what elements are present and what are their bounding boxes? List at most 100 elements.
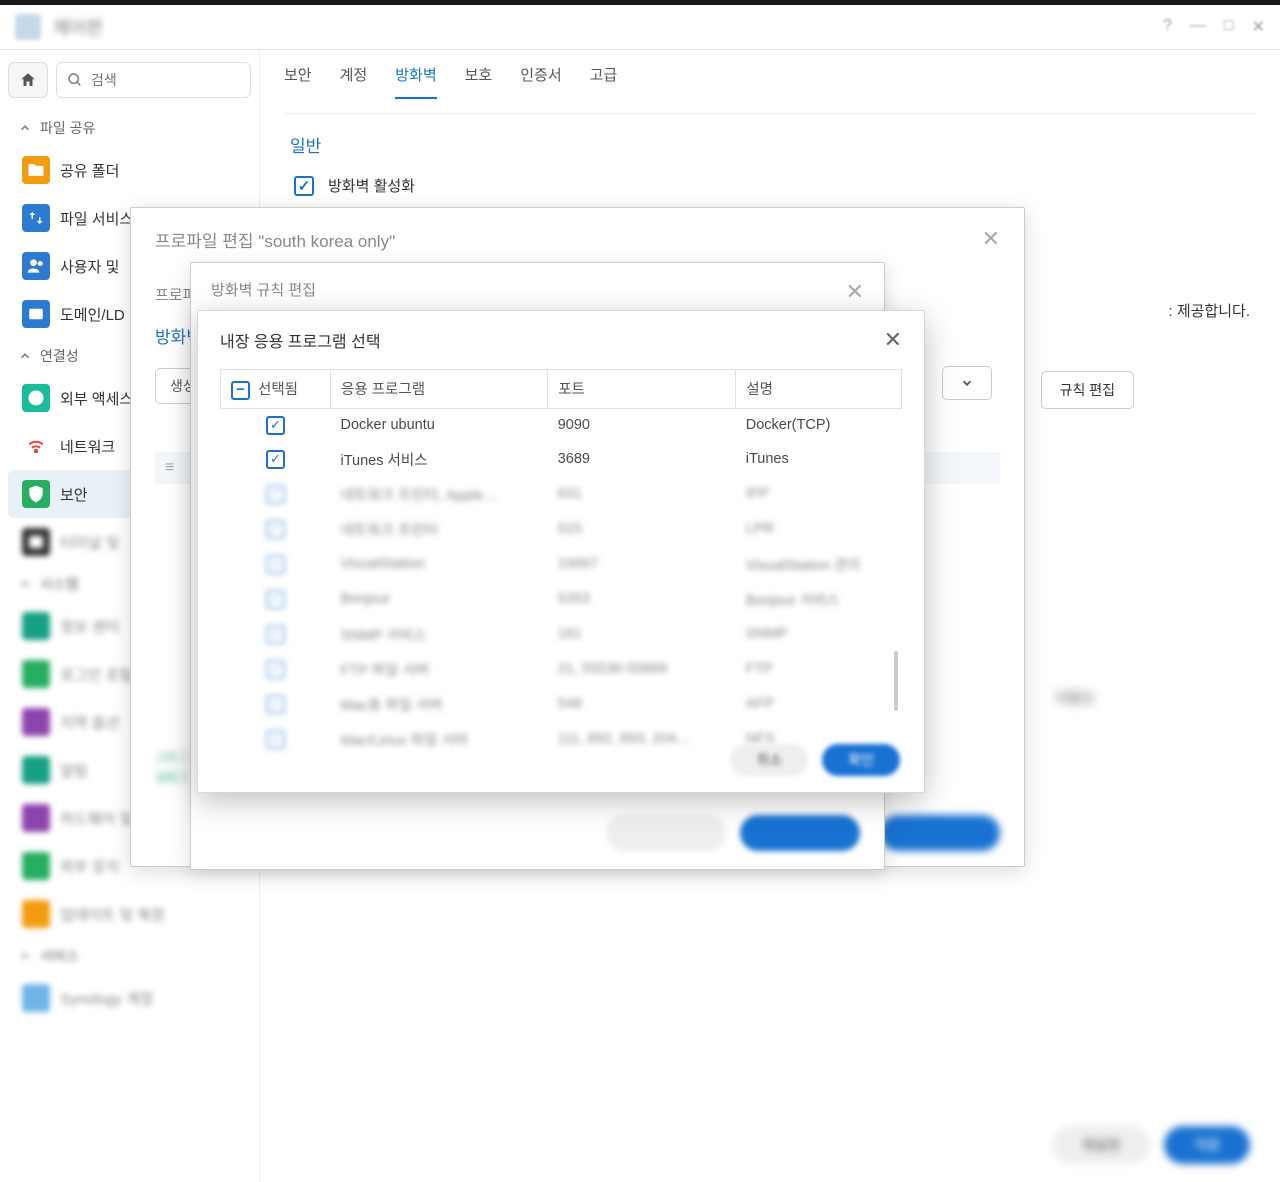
apply-button[interactable]: 적용 bbox=[1164, 1126, 1250, 1164]
scrollbar[interactable] bbox=[894, 651, 898, 711]
close-icon[interactable]: ✕ bbox=[982, 226, 1000, 252]
cell-desc: LPR bbox=[736, 512, 902, 547]
tab[interactable]: 고급 bbox=[590, 64, 618, 99]
window-controls[interactable]: ? — □ ✕ bbox=[1163, 17, 1265, 37]
table-row[interactable]: ✓네트워크 프린터515LPR bbox=[221, 512, 902, 547]
col-port[interactable]: 포트 bbox=[548, 370, 736, 409]
table-row[interactable]: ✓Bonjour5353Bonjour 서비스 bbox=[221, 582, 902, 617]
table-row[interactable]: ✓VisualStation19997VisualStation 관리 bbox=[221, 547, 902, 582]
search-input[interactable] bbox=[91, 72, 240, 88]
dialog-title: 방화벽 규칙 편집 bbox=[211, 279, 316, 305]
row-checkbox[interactable]: ✓ bbox=[266, 625, 285, 644]
col-selected[interactable]: −선택됨 bbox=[221, 370, 331, 409]
table-row[interactable]: ✓iTunes 서비스3689iTunes bbox=[221, 442, 902, 477]
sidebar-item-label: 로그인 포털 bbox=[60, 664, 133, 685]
ok-button[interactable] bbox=[740, 815, 860, 851]
sidebar-item-label: 지역 옵션 bbox=[60, 712, 119, 733]
checkbox-firewall-enable[interactable]: ✓ 방화벽 활성화 bbox=[284, 169, 1256, 202]
cell-app: VisualStation bbox=[331, 547, 548, 582]
rule-edit-button[interactable]: 규칙 편집 bbox=[1041, 371, 1134, 409]
generic-icon bbox=[22, 612, 50, 640]
row-checkbox[interactable]: ✓ bbox=[266, 450, 285, 469]
row-checkbox[interactable]: ✓ bbox=[266, 485, 285, 504]
tab[interactable]: 보호 bbox=[465, 64, 493, 99]
note-text: : 제공합니다. bbox=[1168, 300, 1250, 321]
row-checkbox[interactable]: ✓ bbox=[266, 416, 285, 435]
sidebar-item-label: 외부 액세스 bbox=[60, 388, 133, 409]
col-desc[interactable]: 설명 bbox=[736, 370, 902, 409]
generic-icon bbox=[22, 660, 50, 688]
titlebar: 제어판 ? — □ ✕ bbox=[0, 5, 1280, 50]
cell-desc: IPP bbox=[736, 477, 902, 512]
cell-port: 9090 bbox=[548, 408, 736, 442]
chevron-up-icon bbox=[18, 577, 32, 591]
cell-port: 5353 bbox=[548, 582, 736, 617]
app-icon bbox=[15, 14, 41, 40]
table-row[interactable]: ✓FTP 파일 서버21, 55536-55899FTP bbox=[221, 652, 902, 687]
table-row[interactable]: ✓네트워크 프린터, Apple…631IPP bbox=[221, 477, 902, 512]
close-icon[interactable]: ✕ bbox=[1252, 17, 1265, 37]
id-icon bbox=[22, 300, 50, 328]
cell-port: 548 bbox=[548, 687, 736, 722]
sidebar-group-services[interactable]: 서비스 bbox=[8, 938, 251, 974]
chevron-up-icon bbox=[18, 121, 32, 135]
sidebar-item-label: 보안 bbox=[60, 484, 88, 505]
table-row[interactable]: ✓SNMP 서비스161SNMP bbox=[221, 617, 902, 652]
sidebar-item[interactable]: 공유 폴더 bbox=[8, 146, 251, 194]
page-footer-buttons: 재설정 적용 bbox=[1052, 1126, 1250, 1164]
reset-button[interactable]: 재설정 bbox=[1052, 1126, 1151, 1164]
dropdown-button[interactable] bbox=[942, 366, 992, 400]
sidebar-item[interactable]: 업데이트 및 복원 bbox=[8, 890, 251, 938]
cell-app: Mac/Linux 파일 서버 bbox=[331, 722, 548, 757]
cell-port: 111, 892, 893, 204… bbox=[548, 722, 736, 757]
ok-button[interactable]: 확인 bbox=[822, 744, 900, 776]
sidebar-item-label: 외부 장치 bbox=[60, 856, 119, 877]
app-title: 제어판 bbox=[53, 14, 103, 40]
tab[interactable]: 계정 bbox=[340, 64, 368, 99]
chevron-down-icon bbox=[960, 376, 974, 390]
cancel-button[interactable] bbox=[606, 815, 726, 851]
cancel-button[interactable]: 취소 bbox=[730, 744, 808, 776]
dialog-title: 프로파일 편집 "south korea only" bbox=[155, 227, 395, 252]
blurred-primary-button[interactable] bbox=[880, 815, 1000, 851]
table-row[interactable]: ✓Docker ubuntu9090Docker(TCP) bbox=[221, 408, 902, 442]
home-button[interactable] bbox=[8, 62, 48, 98]
tab[interactable]: 보안 bbox=[284, 64, 312, 99]
generic-icon bbox=[22, 900, 50, 928]
help-icon[interactable]: ? bbox=[1163, 17, 1172, 37]
row-checkbox[interactable]: ✓ bbox=[266, 520, 285, 539]
tab[interactable]: 인증서 bbox=[520, 64, 561, 99]
drag-handle-icon[interactable]: ≡ bbox=[165, 459, 174, 477]
users-icon bbox=[22, 252, 50, 280]
table-row[interactable]: ✓Mac용 파일 서버548AFP bbox=[221, 687, 902, 722]
cell-app: Bonjour bbox=[331, 582, 548, 617]
sidebar-item-label: 정보 센터 bbox=[60, 616, 119, 637]
globe-icon bbox=[22, 384, 50, 412]
sidebar-item-label: 알림 bbox=[60, 760, 88, 781]
search-icon bbox=[67, 72, 83, 88]
sidebar-item-label: 사용자 및 bbox=[60, 256, 119, 277]
folder-icon bbox=[22, 156, 50, 184]
select-all-checkbox[interactable]: − bbox=[231, 381, 250, 400]
row-checkbox[interactable]: ✓ bbox=[266, 730, 285, 749]
cell-app: Docker ubuntu bbox=[331, 408, 548, 442]
wifi-icon bbox=[22, 432, 50, 460]
sidebar-item-synology[interactable]: Synology 계정 bbox=[8, 974, 251, 1022]
checkbox-icon: ✓ bbox=[294, 176, 314, 196]
sidebar-group-fileshare[interactable]: 파일 공유 bbox=[8, 110, 251, 146]
row-checkbox[interactable]: ✓ bbox=[266, 660, 285, 679]
sidebar-item-label: 터미널 및 bbox=[60, 532, 119, 553]
close-icon[interactable]: ✕ bbox=[884, 327, 902, 353]
blurred-text: 비활성 bbox=[1055, 688, 1094, 708]
col-app[interactable]: 응용 프로그램 bbox=[331, 370, 548, 409]
tab[interactable]: 방화벽 bbox=[395, 64, 436, 99]
generic-icon bbox=[22, 804, 50, 832]
row-checkbox[interactable]: ✓ bbox=[266, 695, 285, 714]
maximize-icon[interactable]: □ bbox=[1224, 17, 1234, 37]
close-icon[interactable]: ✕ bbox=[846, 279, 864, 305]
minimize-icon[interactable]: — bbox=[1190, 17, 1206, 37]
blurred-tag: $태그 bbox=[157, 767, 188, 786]
row-checkbox[interactable]: ✓ bbox=[266, 590, 285, 609]
search-box[interactable] bbox=[56, 62, 251, 98]
row-checkbox[interactable]: ✓ bbox=[266, 555, 285, 574]
